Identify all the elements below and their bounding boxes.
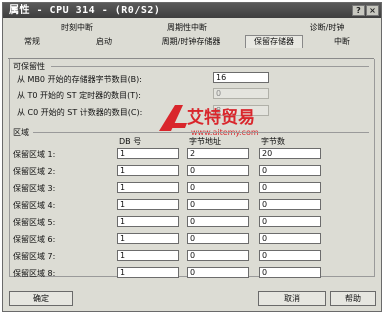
ok-button[interactable]: 确定 <box>9 291 73 306</box>
tab-label: 时刻中断 <box>61 23 93 32</box>
area-5-db-input[interactable]: 1 <box>117 216 179 227</box>
column-byte-address: 字节地址 <box>189 137 221 146</box>
tab-interrupts[interactable]: 中断 <box>327 36 357 48</box>
memory-bytes-label: 从 MB0 开始的存储器字节数目(B): <box>17 75 142 84</box>
tab-label: 保留存储器 <box>254 37 294 46</box>
area-3-label: 保留区域 3: <box>13 184 56 193</box>
area-6-start-input[interactable]: 0 <box>187 233 249 244</box>
area-4-label: 保留区域 4: <box>13 201 56 210</box>
area-7-count-input[interactable]: 0 <box>259 250 321 261</box>
area-8-start-input[interactable]: 0 <box>187 267 249 278</box>
window-title: 属性 - CPU 314 - (R0/S2) <box>9 5 161 16</box>
area-7-label: 保留区域 7: <box>13 252 56 261</box>
area-2-count-input[interactable]: 0 <box>259 165 321 176</box>
group-divider <box>51 66 369 67</box>
title-bar: 属性 - CPU 314 - (R0/S2) <box>3 3 381 18</box>
area-2-db-input[interactable]: 1 <box>117 165 179 176</box>
tab-label: 常规 <box>24 37 40 46</box>
tab-general[interactable]: 常规 <box>17 36 47 48</box>
tab-label: 周期性中断 <box>167 23 207 32</box>
area-1-count-input[interactable]: 20 <box>259 148 321 159</box>
tab-cyclic-interrupt[interactable]: 周期性中断 <box>157 22 217 34</box>
area-8-count-input[interactable]: 0 <box>259 267 321 278</box>
area-4-db-input[interactable]: 1 <box>117 199 179 210</box>
area-8-db-input[interactable]: 1 <box>117 267 179 278</box>
area-1-db-input[interactable]: 1 <box>117 148 179 159</box>
tab-label: 中断 <box>334 37 350 46</box>
close-icon[interactable]: × <box>366 5 379 16</box>
counters-input[interactable]: 8 <box>213 105 269 116</box>
area-5-label: 保留区域 5: <box>13 218 56 227</box>
tab-label: 诊断/时钟 <box>309 23 345 32</box>
area-5-start-input[interactable]: 0 <box>187 216 249 227</box>
tab-label: 启动 <box>96 37 112 46</box>
area-6-label: 保留区域 6: <box>13 235 56 244</box>
area-1-start-input[interactable]: 2 <box>187 148 249 159</box>
column-byte-count: 字节数 <box>261 137 285 146</box>
column-db-number: DB 号 <box>119 137 142 146</box>
area-3-count-input[interactable]: 0 <box>259 182 321 193</box>
area-2-start-input[interactable]: 0 <box>187 165 249 176</box>
area-8-label: 保留区域 8: <box>13 269 56 278</box>
area-3-db-input[interactable]: 1 <box>117 182 179 193</box>
tab-row-2: 常规 启动 周期/时钟存储器 保留存储器 中断 <box>9 35 373 48</box>
area-6-count-input[interactable]: 0 <box>259 233 321 244</box>
areas-group-label: 区域 <box>13 128 29 137</box>
cancel-button[interactable]: 取消 <box>258 291 326 306</box>
counters-label: 从 C0 开始的 ST 计数器的数目(C): <box>17 108 143 117</box>
area-7-start-input[interactable]: 0 <box>187 250 249 261</box>
area-4-count-input[interactable]: 0 <box>259 199 321 210</box>
timers-label: 从 T0 开始的 ST 定时器的数目(T): <box>17 91 141 100</box>
tab-startup[interactable]: 启动 <box>89 36 119 48</box>
help-title-icon[interactable]: ? <box>352 5 365 16</box>
help-button[interactable]: 帮助 <box>330 291 376 306</box>
area-6-db-input[interactable]: 1 <box>117 233 179 244</box>
properties-dialog: 属性 - CPU 314 - (R0/S2) ? × 时刻中断 周期性中断 诊断… <box>2 2 382 312</box>
timers-input[interactable]: 0 <box>213 88 269 99</box>
area-7-db-input[interactable]: 1 <box>117 250 179 261</box>
retentivity-group-label: 可保留性 <box>13 62 45 71</box>
tab-label: 周期/时钟存储器 <box>161 37 221 46</box>
area-4-start-input[interactable]: 0 <box>187 199 249 210</box>
tab-cycle-clock-memory[interactable]: 周期/时钟存储器 <box>155 36 227 48</box>
tab-row-1: 时刻中断 周期性中断 诊断/时钟 <box>9 22 373 34</box>
memory-bytes-input[interactable]: 16 <box>213 72 269 83</box>
area-5-count-input[interactable]: 0 <box>259 216 321 227</box>
tab-diagnostics-clock[interactable]: 诊断/时钟 <box>299 22 355 34</box>
area-2-label: 保留区域 2: <box>13 167 56 176</box>
area-1-label: 保留区域 1: <box>13 150 56 159</box>
tab-retentive-memory[interactable]: 保留存储器 <box>245 35 303 48</box>
tab-time-of-day-interrupt[interactable]: 时刻中断 <box>49 22 105 34</box>
area-3-start-input[interactable]: 0 <box>187 182 249 193</box>
group-divider <box>33 132 369 133</box>
